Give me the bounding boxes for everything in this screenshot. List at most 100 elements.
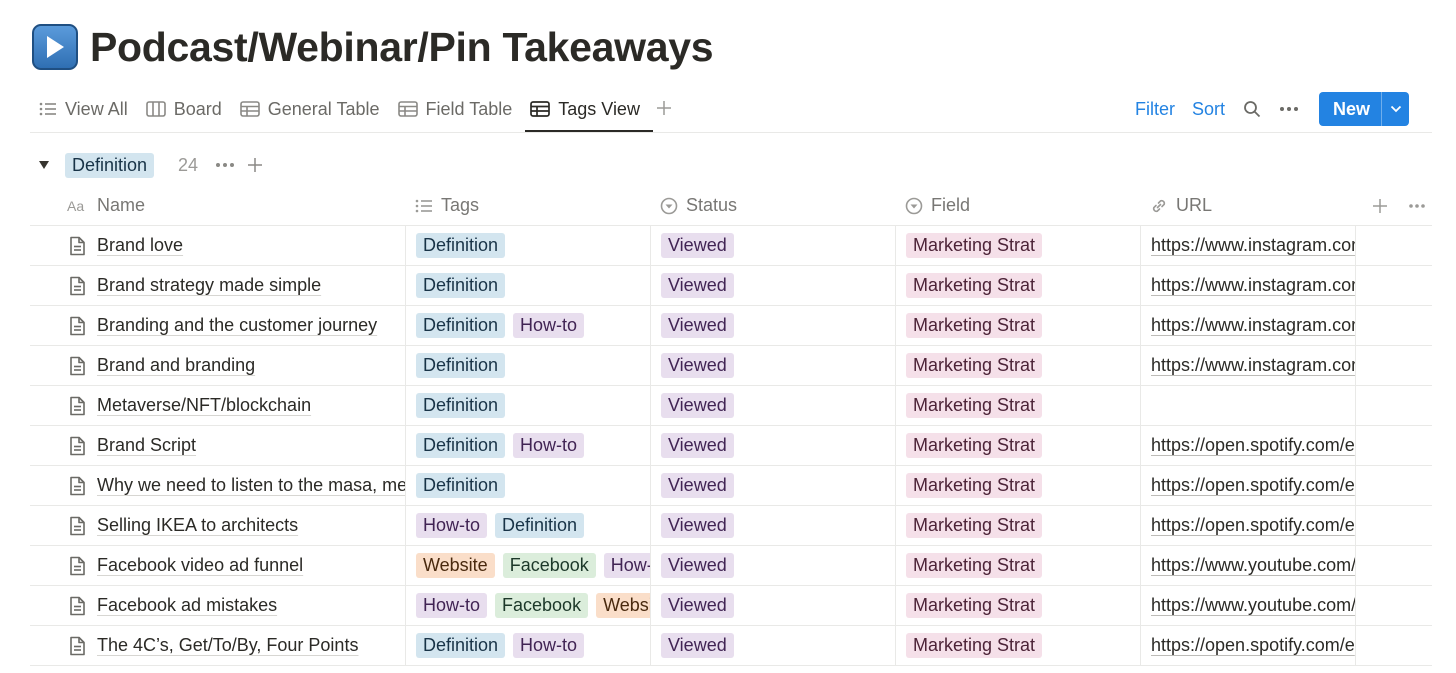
table-row[interactable]: Metaverse/NFT/blockchain Definition Viewed… bbox=[30, 386, 1432, 426]
row-title[interactable]: Selling IKEA to architects bbox=[97, 515, 298, 536]
url-link[interactable]: https://www.instagram.com/ bbox=[1151, 355, 1355, 376]
row-title[interactable]: The 4C’s, Get/To/By, Four Points bbox=[97, 635, 358, 656]
url-link[interactable]: https://open.spotify.com/e bbox=[1151, 435, 1355, 456]
more-icon[interactable] bbox=[1279, 106, 1299, 112]
cell-url[interactable]: https://www.instagram.com/ bbox=[1140, 266, 1355, 305]
cell-field[interactable]: Marketing Strat bbox=[895, 506, 1140, 545]
cell-status[interactable]: Viewed bbox=[650, 466, 895, 505]
cell-url[interactable]: https://open.spotify.com/e bbox=[1140, 506, 1355, 545]
cell-url[interactable]: https://www.instagram.com/ bbox=[1140, 226, 1355, 265]
cell-tags[interactable]: How-to Facebook Website bbox=[405, 586, 650, 625]
group-label[interactable]: Definition bbox=[65, 152, 155, 178]
add-view-button[interactable] bbox=[649, 90, 679, 128]
cell-name[interactable]: Why we need to listen to the masa, me bbox=[30, 466, 405, 505]
cell-field[interactable]: Marketing Strat bbox=[895, 466, 1140, 505]
tab-board[interactable]: Board bbox=[137, 90, 231, 128]
search-icon[interactable] bbox=[1243, 100, 1261, 118]
cell-url[interactable]: https://open.spotify.com/e bbox=[1140, 426, 1355, 465]
collapse-triangle-icon[interactable] bbox=[34, 160, 54, 170]
cell-name[interactable]: Facebook ad mistakes bbox=[30, 586, 405, 625]
cell-name[interactable]: Facebook video ad funnel bbox=[30, 546, 405, 585]
cell-status[interactable]: Viewed bbox=[650, 586, 895, 625]
row-title[interactable]: Brand and branding bbox=[97, 355, 255, 376]
cell-tags[interactable]: Website Facebook How-to bbox=[405, 546, 650, 585]
table-row[interactable]: Brand love Definition Viewed Marketing Stra… bbox=[30, 226, 1432, 266]
cell-name[interactable]: Selling IKEA to architects bbox=[30, 506, 405, 545]
column-header-url[interactable]: URL bbox=[1140, 186, 1355, 225]
cell-url[interactable]: https://www.instagram.com/ bbox=[1140, 346, 1355, 385]
table-row[interactable]: The 4C’s, Get/To/By, Four Points Definiti… bbox=[30, 626, 1432, 666]
tab-general-table[interactable]: General Table bbox=[231, 90, 389, 128]
cell-tags[interactable]: Definition bbox=[405, 346, 650, 385]
url-link[interactable]: https://www.youtube.com/ bbox=[1151, 595, 1355, 616]
cell-name[interactable]: The 4C’s, Get/To/By, Four Points bbox=[30, 626, 405, 665]
cell-field[interactable]: Marketing Strat bbox=[895, 266, 1140, 305]
cell-field[interactable]: Marketing Strat bbox=[895, 226, 1140, 265]
cell-tags[interactable]: How-to Definition bbox=[405, 506, 650, 545]
url-link[interactable]: https://open.spotify.com/e bbox=[1151, 515, 1355, 536]
page-title[interactable]: Podcast/Webinar/Pin Takeaways bbox=[90, 24, 714, 71]
url-link[interactable]: https://www.instagram.com/ bbox=[1151, 275, 1355, 296]
cell-field[interactable]: Marketing Strat bbox=[895, 346, 1140, 385]
cell-name[interactable]: Brand love bbox=[30, 226, 405, 265]
chevron-down-icon[interactable] bbox=[1381, 92, 1409, 126]
cell-field[interactable]: Marketing Strat bbox=[895, 546, 1140, 585]
table-row[interactable]: Brand strategy made simple Definition View… bbox=[30, 266, 1432, 306]
cell-url[interactable]: https://www.youtube.com/ bbox=[1140, 586, 1355, 625]
more-icon[interactable] bbox=[1408, 203, 1426, 209]
cell-status[interactable]: Viewed bbox=[650, 546, 895, 585]
cell-status[interactable]: Viewed bbox=[650, 306, 895, 345]
cell-name[interactable]: Metaverse/NFT/blockchain bbox=[30, 386, 405, 425]
cell-tags[interactable]: Definition bbox=[405, 266, 650, 305]
cell-name[interactable]: Brand and branding bbox=[30, 346, 405, 385]
cell-url[interactable]: https://www.youtube.com/ bbox=[1140, 546, 1355, 585]
table-row[interactable]: Brand and branding Definition Viewed Market… bbox=[30, 346, 1432, 386]
cell-status[interactable]: Viewed bbox=[650, 346, 895, 385]
cell-status[interactable]: Viewed bbox=[650, 426, 895, 465]
cell-status[interactable]: Viewed bbox=[650, 226, 895, 265]
cell-tags[interactable]: Definition bbox=[405, 466, 650, 505]
filter-button[interactable]: Filter bbox=[1135, 99, 1175, 120]
table-row[interactable]: Brand Script Definition How-to Viewed Market… bbox=[30, 426, 1432, 466]
cell-url[interactable]: https://open.spotify.com/e bbox=[1140, 626, 1355, 665]
cell-tags[interactable]: Definition How-to bbox=[405, 626, 650, 665]
url-link[interactable]: https://open.spotify.com/e bbox=[1151, 635, 1355, 656]
cell-name[interactable]: Brand Script bbox=[30, 426, 405, 465]
row-title[interactable]: Facebook ad mistakes bbox=[97, 595, 277, 616]
cell-name[interactable]: Branding and the customer journey bbox=[30, 306, 405, 345]
row-title[interactable]: Why we need to listen to the masa, me bbox=[97, 475, 405, 496]
cell-field[interactable]: Marketing Strat bbox=[895, 426, 1140, 465]
cell-status[interactable]: Viewed bbox=[650, 386, 895, 425]
cell-tags[interactable]: Definition How-to bbox=[405, 306, 650, 345]
cell-field[interactable]: Marketing Strat bbox=[895, 626, 1140, 665]
url-link[interactable]: https://open.spotify.com/e bbox=[1151, 475, 1355, 496]
play-button-icon[interactable] bbox=[32, 24, 78, 70]
url-link[interactable]: https://www.instagram.com/ bbox=[1151, 235, 1355, 256]
row-title[interactable]: Brand love bbox=[97, 235, 183, 256]
cell-name[interactable]: Brand strategy made simple bbox=[30, 266, 405, 305]
cell-url[interactable]: https://www.instagram.com/ bbox=[1140, 306, 1355, 345]
table-row[interactable]: Facebook ad mistakes How-to Facebook Websit… bbox=[30, 586, 1432, 626]
column-header-field[interactable]: Field bbox=[895, 186, 1140, 225]
row-title[interactable]: Facebook video ad funnel bbox=[97, 555, 303, 576]
cell-field[interactable]: Marketing Strat bbox=[895, 306, 1140, 345]
cell-field[interactable]: Marketing Strat bbox=[895, 386, 1140, 425]
cell-url[interactable] bbox=[1140, 386, 1355, 425]
tab-field-table[interactable]: Field Table bbox=[389, 90, 522, 128]
plus-icon[interactable] bbox=[247, 157, 263, 173]
url-link[interactable]: https://www.instagram.com/ bbox=[1151, 315, 1355, 336]
more-icon[interactable] bbox=[215, 162, 235, 168]
add-property-plus-icon[interactable] bbox=[1372, 198, 1388, 214]
cell-status[interactable]: Viewed bbox=[650, 266, 895, 305]
tab-view-all[interactable]: View All bbox=[30, 90, 137, 128]
column-header-status[interactable]: Status bbox=[650, 186, 895, 225]
row-title[interactable]: Metaverse/NFT/blockchain bbox=[97, 395, 311, 416]
table-row[interactable]: Selling IKEA to architects How-to Definiti… bbox=[30, 506, 1432, 546]
cell-field[interactable]: Marketing Strat bbox=[895, 586, 1140, 625]
cell-tags[interactable]: Definition bbox=[405, 386, 650, 425]
tab-tags-view[interactable]: Tags View bbox=[521, 90, 649, 128]
column-header-tags[interactable]: Tags bbox=[405, 186, 650, 225]
cell-tags[interactable]: Definition bbox=[405, 226, 650, 265]
cell-status[interactable]: Viewed bbox=[650, 506, 895, 545]
row-title[interactable]: Branding and the customer journey bbox=[97, 315, 377, 336]
